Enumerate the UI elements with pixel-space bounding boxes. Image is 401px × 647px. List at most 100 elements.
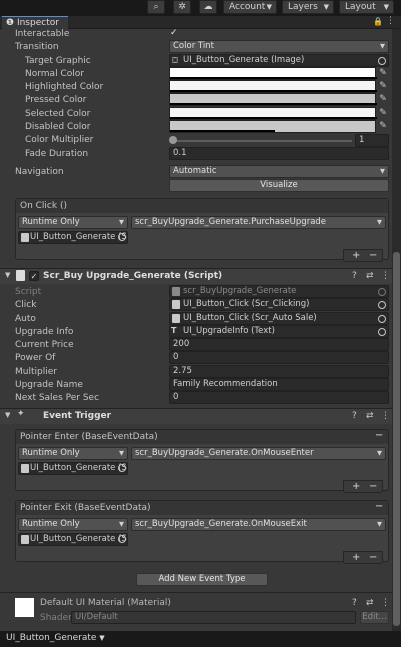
gameobject-icon <box>21 535 29 544</box>
edit-shader-button[interactable]: Edit... <box>360 611 389 624</box>
shader-dropdown[interactable]: UI/Default <box>71 611 356 624</box>
remove-icon[interactable]: − <box>369 250 377 261</box>
onclick-title: On Click () <box>20 201 67 211</box>
material-preview-icon <box>15 598 34 617</box>
highlighted-color-swatch[interactable] <box>169 80 377 93</box>
pointer-enter-object-field[interactable]: UI_Button_Generate (Sc <box>18 462 128 475</box>
onclick-object-field[interactable]: UI_Button_Generate (Sc <box>18 231 128 244</box>
presets-icon[interactable]: ⇄ <box>366 598 374 608</box>
current-price-field[interactable]: 200 <box>169 338 389 351</box>
divider <box>0 592 392 593</box>
object-picker-icon[interactable] <box>118 535 126 543</box>
upgrade-info-field[interactable]: UI_UpgradeInfo (Text) <box>169 325 389 338</box>
object-picker-icon[interactable] <box>378 57 386 65</box>
transition-dropdown[interactable]: Color Tint ▼ <box>169 40 389 53</box>
more-menu-icon[interactable]: ⋮ <box>386 16 395 26</box>
auto-field[interactable]: UI_Button_Click (Scr_Auto Sale) <box>169 312 389 325</box>
disabled-color-swatch[interactable] <box>169 120 376 133</box>
foldout-arrow-icon[interactable]: ▼ <box>5 271 10 279</box>
next-sales-field[interactable]: 0 <box>169 391 389 404</box>
object-picker-icon[interactable] <box>378 328 386 336</box>
chevron-down-icon: ▼ <box>119 218 124 226</box>
tab-inspector[interactable]: ❶ Inspector <box>2 16 68 29</box>
scrollbar-thumb[interactable] <box>393 252 400 626</box>
remove-icon[interactable]: − <box>369 481 377 492</box>
pointer-enter-function-dropdown[interactable]: scr_BuyUpgrade_Generate.OnMouseEnter ▼ <box>131 447 386 460</box>
eyedropper-icon[interactable]: ✎ <box>377 67 389 80</box>
highlighted-color-label: Highlighted Color <box>25 82 104 92</box>
pointer-enter-runtime-dropdown[interactable]: Runtime Only ▼ <box>18 447 128 460</box>
object-picker-icon[interactable] <box>378 315 386 323</box>
onclick-runtime-dropdown[interactable]: Runtime Only ▼ <box>18 216 128 229</box>
chevron-down-icon: ▼ <box>377 449 382 457</box>
target-graphic-field[interactable]: UI_Button_Generate (Image) <box>169 54 389 67</box>
object-picker-icon[interactable] <box>118 464 126 472</box>
object-picker-icon[interactable] <box>118 233 126 241</box>
info-icon: ❶ <box>6 18 15 28</box>
remove-event-icon[interactable]: − <box>375 430 383 441</box>
add-new-event-type-button[interactable]: Add New Event Type <box>136 573 268 586</box>
add-icon[interactable]: + <box>352 552 360 563</box>
visualize-button[interactable]: Visualize <box>169 179 389 192</box>
alpha-bar <box>170 103 377 105</box>
pointer-exit-object-field[interactable]: UI_Button_Generate (Sc <box>18 533 128 546</box>
layers-dropdown[interactable]: Layers ▼ <box>282 0 334 14</box>
fade-duration-field[interactable]: 0.1 <box>169 147 389 160</box>
help-icon[interactable]: ? <box>352 271 357 281</box>
multiplier-field[interactable]: 2.75 <box>169 365 389 378</box>
eyedropper-icon[interactable]: ✎ <box>377 93 389 106</box>
foldout-arrow-icon[interactable]: ▼ <box>5 411 10 419</box>
color-multiplier-track[interactable] <box>172 140 352 142</box>
chevron-down-icon: ▼ <box>377 218 382 226</box>
more-menu-icon[interactable]: ⋮ <box>381 271 390 281</box>
presets-icon[interactable]: ⇄ <box>366 271 374 281</box>
click-field[interactable]: UI_Button_Click (Scr_Clicking) <box>169 298 389 311</box>
add-icon[interactable]: + <box>352 481 360 492</box>
help-icon[interactable]: ? <box>352 411 357 421</box>
navigation-dropdown[interactable]: Automatic ▼ <box>169 165 389 178</box>
lock-icon[interactable]: 🔒 <box>373 17 383 26</box>
onclick-header <box>16 199 388 213</box>
click-label: Click <box>15 300 37 310</box>
navigation-label: Navigation <box>15 167 64 177</box>
multiplier-label: Multiplier <box>15 367 57 377</box>
search-icon[interactable]: ⌕ <box>147 0 165 14</box>
script-icon <box>16 270 25 281</box>
object-picker-icon[interactable] <box>378 301 386 309</box>
add-icon[interactable]: + <box>352 250 360 261</box>
color-multiplier-knob[interactable] <box>169 136 177 144</box>
upgrade-info-label: Upgrade Info <box>15 327 74 337</box>
remove-icon[interactable]: − <box>369 552 377 563</box>
upgrade-name-field[interactable]: Family Recommendation <box>169 378 389 391</box>
eyedropper-icon[interactable]: ✎ <box>377 107 389 120</box>
pointer-exit-function-dropdown[interactable]: scr_BuyUpgrade_Generate.OnMouseExit ▼ <box>131 518 386 531</box>
selected-color-swatch[interactable] <box>169 107 377 120</box>
account-dropdown[interactable]: Account ▼ <box>223 0 277 14</box>
chevron-down-icon: ▼ <box>383 3 389 11</box>
pointer-exit-runtime-dropdown[interactable]: Runtime Only ▼ <box>18 518 128 531</box>
help-icon[interactable]: ? <box>352 598 357 608</box>
interactable-checkbox[interactable]: ✓ <box>170 29 178 38</box>
normal-color-swatch[interactable] <box>169 67 377 80</box>
color-multiplier-label: Color Multiplier <box>25 135 94 145</box>
script-icon <box>172 314 180 323</box>
more-menu-icon[interactable]: ⋮ <box>381 411 390 421</box>
collab-icon[interactable]: ✲ <box>173 0 191 14</box>
power-of-field[interactable]: 0 <box>169 351 389 364</box>
pressed-color-swatch[interactable] <box>169 93 377 106</box>
pressed-color-label: Pressed Color <box>25 95 87 105</box>
color-multiplier-field[interactable]: 1 <box>355 134 389 147</box>
component-enabled-checkbox[interactable]: ✓ <box>29 271 39 281</box>
gameobject-icon <box>21 233 29 242</box>
remove-event-icon[interactable]: − <box>375 501 383 512</box>
presets-icon[interactable]: ⇄ <box>366 411 374 421</box>
image-icon: ⛋ <box>172 56 179 65</box>
more-menu-icon[interactable]: ⋮ <box>381 598 390 608</box>
onclick-function-dropdown[interactable]: scr_BuyUpgrade_Generate.PurchaseUpgrade ▼ <box>131 216 386 229</box>
chevron-down-icon: ▼ <box>119 520 124 528</box>
cloud-icon[interactable]: ☁ <box>199 0 217 14</box>
eyedropper-icon[interactable]: ✎ <box>377 80 389 93</box>
selected-object-dropdown[interactable]: UI_Button_Generate ▼ <box>6 633 105 643</box>
eyedropper-icon[interactable]: ✎ <box>377 120 389 133</box>
layout-dropdown[interactable]: Layout ▼ <box>339 0 394 14</box>
